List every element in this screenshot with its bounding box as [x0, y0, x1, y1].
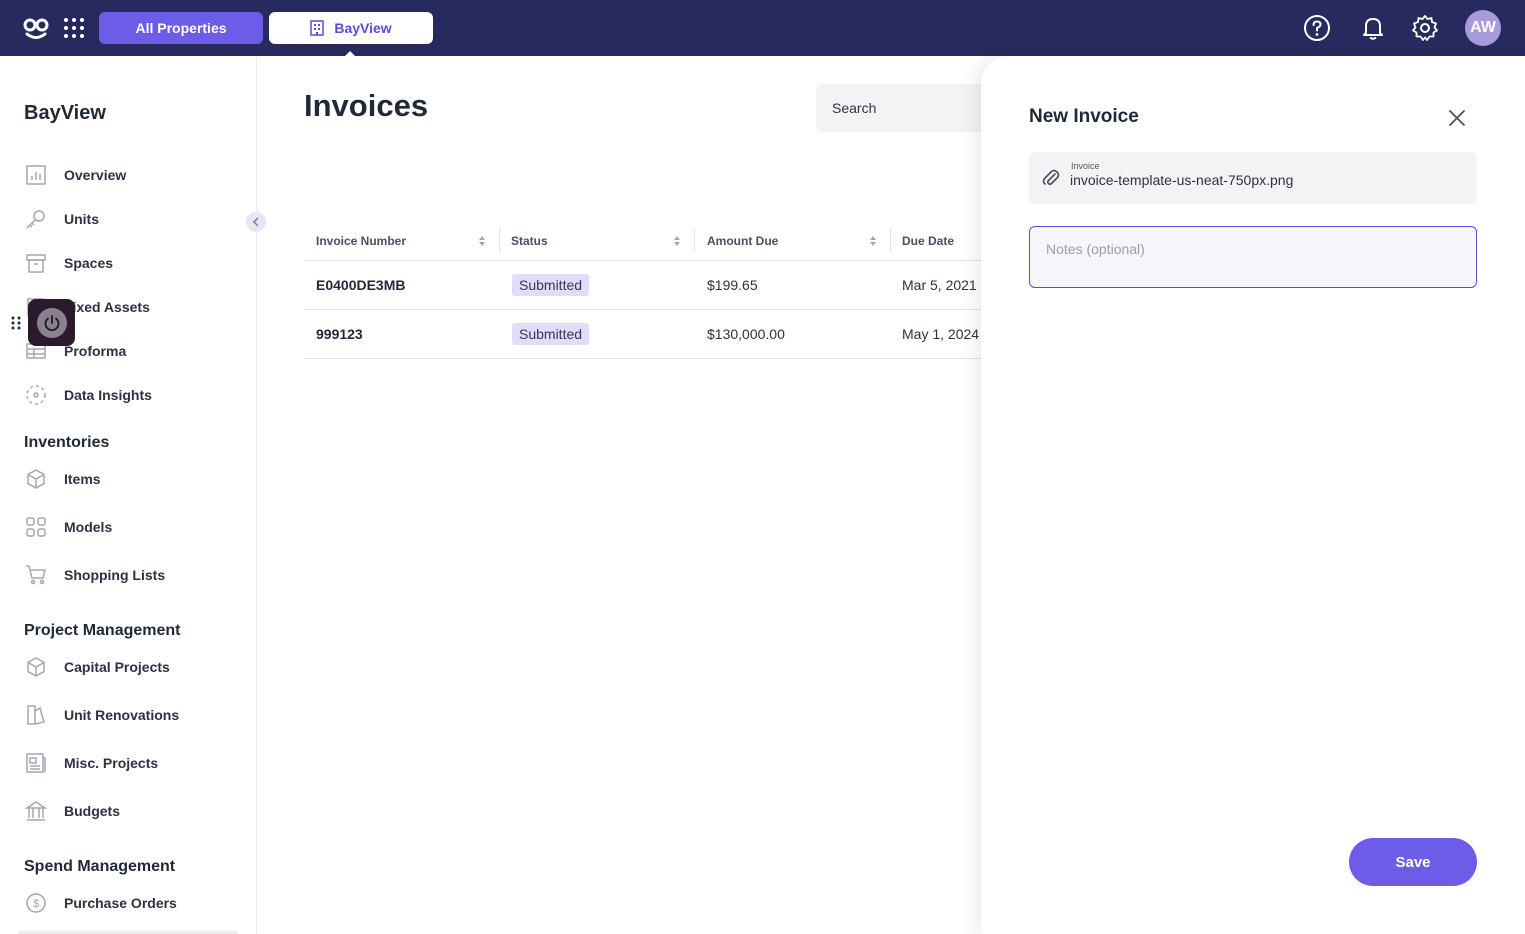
table-header: Invoice Number Status Amount Due Due Dat…	[304, 220, 1024, 261]
sidebar-item-label: Spaces	[64, 255, 114, 271]
sort-icon[interactable]	[869, 235, 877, 247]
table-row[interactable]: 999123 Submitted $130,000.00 May 1, 2024	[304, 310, 1024, 359]
sidebar-item-models[interactable]: Models	[24, 515, 112, 539]
sidebar-item-label: Purchase Orders	[64, 895, 177, 911]
sort-icon[interactable]	[673, 235, 681, 247]
document-icon	[26, 753, 46, 773]
property-selector-label: BayView	[334, 20, 392, 36]
save-button[interactable]: Save	[1349, 838, 1477, 886]
notifications-bell-icon[interactable]	[1359, 14, 1387, 42]
column-header-label: Amount Due	[707, 233, 779, 248]
status-badge: Submitted	[512, 323, 590, 345]
invoice-file-field[interactable]: Invoice invoice-template-us-neat-750px.p…	[1029, 152, 1477, 204]
help-icon[interactable]	[1303, 14, 1331, 42]
column-divider	[694, 228, 695, 252]
sidebar-item-misc-projects[interactable]: Misc. Projects	[24, 751, 158, 775]
table-row[interactable]: E0400DE3MB Submitted $199.65 Mar 5, 2021	[304, 261, 1024, 310]
bank-icon	[24, 801, 48, 821]
sidebar-item-label: Proforma	[64, 343, 127, 359]
settings-gear-icon[interactable]	[1411, 14, 1439, 42]
sort-icon[interactable]	[478, 235, 486, 247]
drag-handle-icon[interactable]	[9, 315, 23, 331]
top-bar: All Properties BayView AW	[0, 0, 1525, 58]
sidebar-title: BayView	[24, 102, 106, 124]
user-avatar[interactable]: AW	[1465, 10, 1501, 46]
invoice-number-cell: 999123	[316, 326, 363, 342]
due-date-cell: Mar 5, 2021	[902, 277, 977, 293]
building-icon	[310, 20, 325, 36]
power-icon	[44, 314, 59, 331]
sidebar-item-label: Items	[64, 471, 101, 487]
all-properties-button[interactable]: All Properties	[99, 12, 263, 44]
column-header-label: Invoice Number	[316, 233, 407, 248]
status-cell: Submitted	[512, 310, 590, 358]
due-date-cell: May 1, 2024	[902, 326, 980, 342]
column-divider	[499, 228, 500, 252]
sidebar-item-overview[interactable]: Overview	[24, 163, 126, 187]
sidebar-item-label: Unit Renovations	[64, 707, 180, 723]
column-header-label: Due Date	[902, 233, 955, 248]
sidebar-item-label: Data Insights	[64, 387, 152, 403]
sidebar-item-spaces[interactable]: Spaces	[24, 251, 113, 275]
logo-icon[interactable]	[22, 14, 50, 42]
status-cell: Submitted	[512, 261, 590, 309]
power-button[interactable]	[36, 307, 67, 338]
chevron-left-icon	[252, 217, 259, 227]
sidebar-item-data-insights[interactable]: Data Insights	[24, 383, 152, 407]
invoices-table: Invoice Number Status Amount Due Due Dat…	[304, 220, 1024, 359]
file-field-value: invoice-template-us-neat-750px.png	[1070, 172, 1294, 188]
paperclip-icon	[1042, 169, 1060, 186]
cart-icon	[26, 565, 46, 585]
property-selector-caret	[343, 51, 357, 58]
key-icon	[26, 210, 45, 229]
sidebar: BayView Overview Units Spaces Fixed Asse…	[0, 56, 257, 934]
sidebar-item-unit-renovations[interactable]: Unit Renovations	[24, 703, 179, 727]
column-header-invoice-number[interactable]: Invoice Number	[316, 220, 496, 261]
page-title: Invoices	[304, 88, 429, 123]
apps-grid-icon[interactable]	[62, 16, 86, 40]
grid-icon	[26, 517, 46, 537]
bar-chart-icon	[26, 165, 46, 185]
sidebar-item-purchase-orders[interactable]: $ Purchase Orders	[24, 891, 177, 915]
section-title-project-management: Project Management	[24, 622, 181, 639]
sidebar-item-budgets[interactable]: Budgets	[24, 799, 120, 823]
sidebar-item-label: Misc. Projects	[64, 755, 159, 771]
status-badge: Submitted	[512, 274, 590, 296]
invoice-number-cell: E0400DE3MB	[316, 277, 406, 293]
sidebar-item-label: Budgets	[64, 803, 120, 819]
svg-text:$: $	[33, 898, 39, 910]
box-icon	[26, 254, 46, 273]
drawer-title: New Invoice	[1029, 106, 1139, 127]
notes-field[interactable]	[1029, 226, 1477, 288]
new-invoice-drawer: New Invoice Invoice invoice-template-us-…	[981, 56, 1525, 934]
dollar-icon: $	[26, 893, 46, 913]
column-divider	[890, 228, 891, 252]
sidebar-item-items[interactable]: Items	[24, 467, 101, 491]
column-header-label: Status	[511, 233, 548, 248]
sidebar-item-capital-projects[interactable]: Capital Projects	[24, 655, 170, 679]
amount-due-cell: $130,000.00	[707, 326, 785, 342]
section-title-inventories: Inventories	[24, 434, 110, 451]
sidebar-collapse-button[interactable]	[246, 212, 266, 232]
sidebar-item-label: Models	[64, 519, 113, 535]
cube-icon	[27, 469, 45, 489]
property-selector-button[interactable]: BayView	[269, 12, 433, 44]
sidebar-item-label: Shopping Lists	[64, 567, 166, 583]
sidebar-item-label: Overview	[64, 167, 127, 183]
sidebar-item-shopping-lists[interactable]: Shopping Lists	[24, 563, 165, 587]
sidebar-item-units[interactable]: Units	[24, 207, 99, 231]
section-title-spend-management: Spend Management	[24, 858, 176, 875]
sidebar-item-label: Units	[64, 211, 99, 227]
column-header-amount-due[interactable]: Amount Due	[707, 220, 887, 261]
paint-icon	[27, 705, 45, 725]
amount-due-cell: $199.65	[707, 277, 758, 293]
sidebar-item-label: Fixed Assets	[64, 299, 150, 315]
column-header-status[interactable]: Status	[511, 220, 691, 261]
close-icon[interactable]	[1447, 108, 1467, 128]
sidebar-item-label: Capital Projects	[64, 659, 170, 675]
power-widget[interactable]	[28, 299, 75, 346]
file-field-label: Invoice	[1071, 161, 1100, 171]
cube-icon	[27, 657, 45, 677]
insights-icon	[26, 385, 46, 405]
